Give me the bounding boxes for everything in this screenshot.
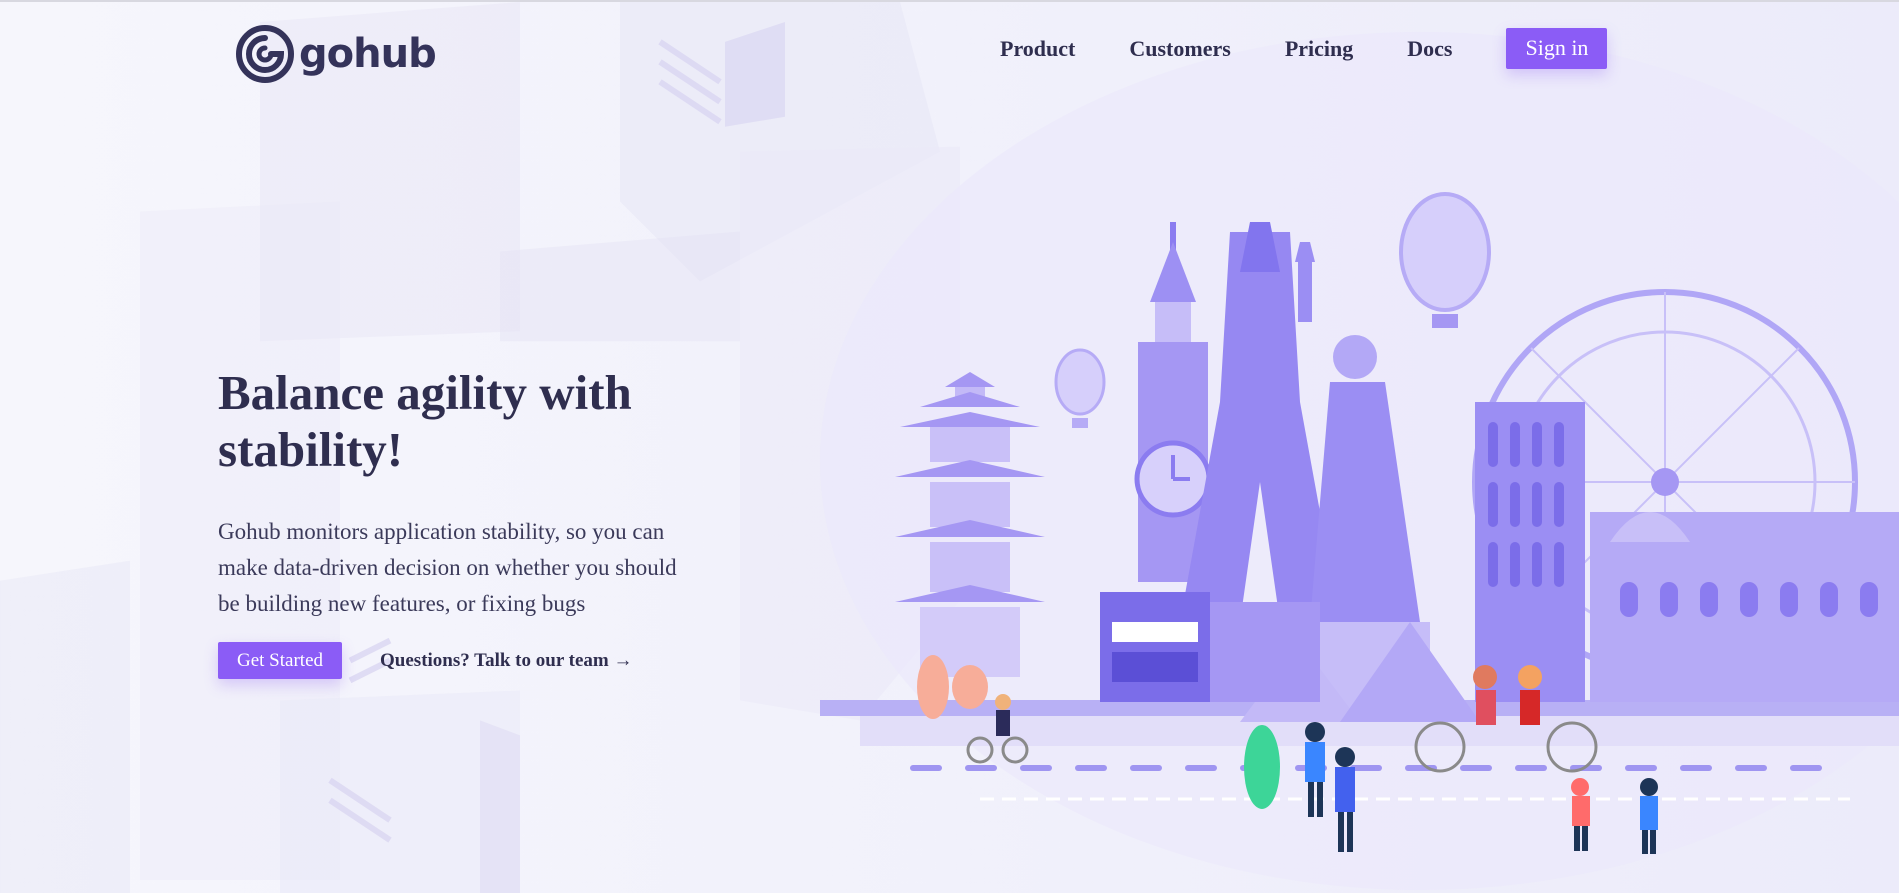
cta-row: Get Started Questions? Talk to our team … <box>218 642 688 679</box>
main-nav: Product Customers Pricing Docs Sign in <box>1000 28 1608 69</box>
nav-pricing[interactable]: Pricing <box>1285 36 1353 62</box>
nav-product[interactable]: Product <box>1000 36 1075 62</box>
hero-description: Gohub monitors application stability, so… <box>218 519 677 616</box>
brand-name: gohub <box>299 31 437 77</box>
swirl-g-icon <box>236 25 294 83</box>
landmarks-illustration <box>820 182 1899 893</box>
hero-title: Balance agility with stability! <box>218 364 688 478</box>
hero-section: Balance agility with stability! Gohub mo… <box>218 364 688 679</box>
get-started-button[interactable]: Get Started <box>218 642 343 679</box>
nav-docs[interactable]: Docs <box>1407 36 1452 62</box>
hero-title-line2: stability! <box>218 422 404 477</box>
brand-logo[interactable]: gohub <box>235 24 437 84</box>
sign-in-button[interactable]: Sign in <box>1506 28 1608 69</box>
nav-customers[interactable]: Customers <box>1129 36 1230 62</box>
talk-to-team-link[interactable]: Questions? Talk to our team → <box>380 650 633 672</box>
hero-title-line1: Balance agility with <box>218 365 632 420</box>
